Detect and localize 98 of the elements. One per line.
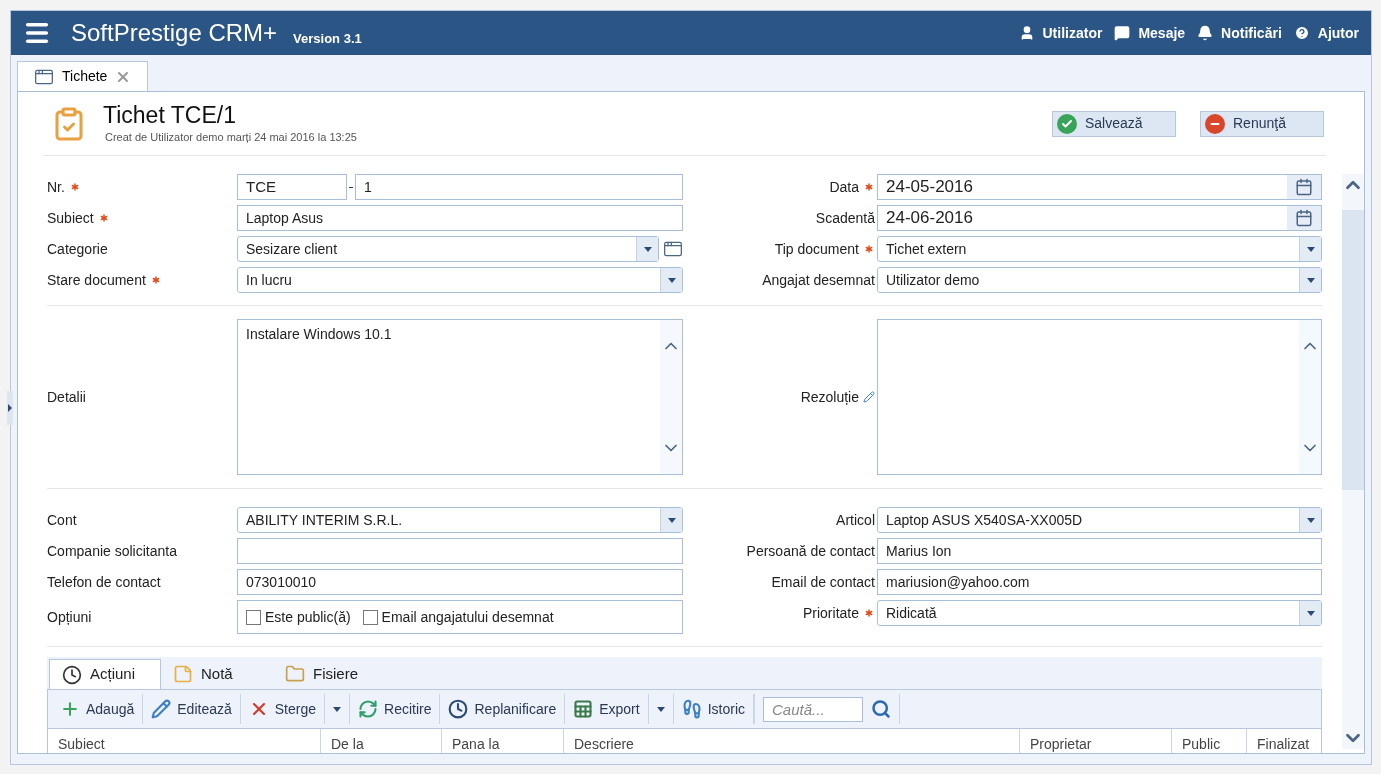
number-field[interactable]: 1 <box>355 174 683 200</box>
field-label: Email de contact <box>771 572 875 592</box>
dropdown-field[interactable]: ABILITY INTERIM S.R.L. <box>237 507 683 533</box>
header-link[interactable]: Ajutor <box>1293 22 1359 44</box>
text-area[interactable]: Instalare Windows 10.1 <box>237 319 683 475</box>
scrollbar-thumb[interactable] <box>1342 210 1364 490</box>
field-label: Telefon de contact <box>47 572 161 592</box>
field-label: Detalii <box>47 387 86 407</box>
plus-icon <box>60 699 80 719</box>
date-field[interactable]: 24-06-2016 <box>877 205 1322 231</box>
dropdown-field[interactable]: In lucru <box>237 267 683 293</box>
column-header: Proprietar <box>1030 736 1092 752</box>
check-icon <box>1057 113 1077 134</box>
dropdown-caret-icon <box>1306 517 1315 523</box>
column-header: Public <box>1182 736 1221 752</box>
dropdown-field[interactable]: Sesizare client <box>237 236 659 262</box>
pencil-icon <box>151 699 172 719</box>
footprints-icon <box>681 699 702 719</box>
dropdown-caret-icon <box>667 517 676 523</box>
tab[interactable]: Tichete <box>17 61 149 91</box>
field-label: Rezoluție <box>800 387 859 407</box>
dropdown-caret-icon <box>1306 277 1315 283</box>
prefix-field[interactable]: TCE <box>237 174 347 200</box>
dropdown-caret-icon <box>1306 246 1315 252</box>
field-label: Scadentă <box>815 208 875 228</box>
column-header: Subiect <box>58 736 105 752</box>
field-label: Articol <box>836 510 875 530</box>
note-icon <box>173 664 193 684</box>
search-field[interactable]: Caută... <box>763 696 863 722</box>
column-header: Descriere <box>574 736 634 752</box>
toolbar-button[interactable]: Replanificare <box>440 694 565 724</box>
toolbar-button[interactable]: Recitire <box>350 694 440 724</box>
field-label: Subiect <box>47 208 94 228</box>
bell-icon <box>1197 25 1214 41</box>
dropdown-caret-icon <box>643 246 652 252</box>
field-label: Companie solicitanta <box>47 541 177 561</box>
tab[interactable]: Notă <box>161 659 273 689</box>
refresh-icon <box>358 699 378 719</box>
field-label: Nr. <box>47 177 65 197</box>
header-link[interactable]: Notificări <box>1197 22 1282 44</box>
cancel-button[interactable]: Renunţă <box>1200 110 1324 137</box>
app-name: SoftPrestige CRM+ <box>71 18 278 48</box>
save-button[interactable]: Salvează <box>1052 110 1176 137</box>
field-label: Stare document <box>47 270 146 290</box>
field-label: Opțiuni <box>47 607 92 627</box>
column-header: De la <box>331 736 364 752</box>
text-field[interactable] <box>237 538 683 564</box>
dropdown-field[interactable]: Ridicată <box>877 600 1322 626</box>
field-label: Angajat desemnat <box>762 270 875 290</box>
field-label: Cont <box>47 510 77 530</box>
search-icon[interactable] <box>871 699 891 719</box>
app-version: Version 3.1 <box>293 30 362 49</box>
window-icon[interactable] <box>663 239 683 259</box>
minus-icon <box>1205 113 1225 134</box>
field-label: Categorie <box>47 239 108 259</box>
spreadsheet-icon <box>573 699 594 719</box>
checkbox[interactable] <box>362 609 378 625</box>
column-header: Finalizat <box>1257 736 1310 752</box>
field-label: Data <box>829 177 859 197</box>
text-field[interactable]: Laptop Asus <box>237 205 683 231</box>
dropdown-caret-icon <box>667 277 676 283</box>
caret-icon <box>333 706 341 712</box>
calendar-icon <box>1295 209 1313 227</box>
tab[interactable]: Acțiuni <box>49 659 161 689</box>
checkbox-label: Este public(ă) <box>265 607 351 627</box>
toolbar-button[interactable]: Istoric <box>673 694 753 724</box>
date-field[interactable]: 24-05-2016 <box>877 174 1322 200</box>
form-subtitle: Creat de Utilizator demo marți 24 mai 2016 la 13:25 <box>105 130 357 146</box>
header-link[interactable]: Mesaje <box>1114 22 1186 44</box>
toolbar-button[interactable]: Editează <box>143 694 240 724</box>
calendar-icon <box>1295 178 1313 196</box>
field-label: Tip document <box>774 239 859 259</box>
clock-icon <box>448 699 469 719</box>
help-icon <box>1293 25 1310 41</box>
text-field[interactable]: mariusion@yahoo.com <box>877 569 1322 595</box>
checkbox[interactable] <box>246 609 261 625</box>
pencil-icon[interactable] <box>863 391 875 403</box>
text-field[interactable]: 073010010 <box>237 569 683 595</box>
dropdown-field[interactable]: Tichet extern <box>877 236 1322 262</box>
dropdown-field[interactable]: Laptop ASUS X540SA-XX005D <box>877 507 1322 533</box>
header-link[interactable]: Utilizator <box>1018 22 1103 44</box>
chat-icon <box>1114 25 1131 41</box>
field-label: Prioritate <box>802 603 859 623</box>
text-field[interactable]: Marius Ion <box>877 538 1322 564</box>
field-label: Persoană de contact <box>746 541 875 561</box>
checkbox-label: Email angajatului desemnat <box>381 607 554 627</box>
clock-icon <box>62 664 82 685</box>
dropdown-caret-icon <box>1306 610 1315 616</box>
dropdown-field[interactable]: Utilizator demo <box>877 267 1322 293</box>
toolbar-button[interactable]: Adaugă <box>52 694 143 724</box>
form-title: Tichet TCE/1 <box>103 101 237 130</box>
folder-icon <box>285 664 305 684</box>
toolbar-button[interactable]: Export <box>565 694 648 724</box>
side-panel-handle[interactable] <box>7 391 13 425</box>
tab[interactable]: Fisiere <box>273 659 385 689</box>
column-header: Pana la <box>452 736 500 752</box>
caret-icon <box>656 706 665 712</box>
toolbar-button[interactable]: Sterge <box>240 694 324 724</box>
